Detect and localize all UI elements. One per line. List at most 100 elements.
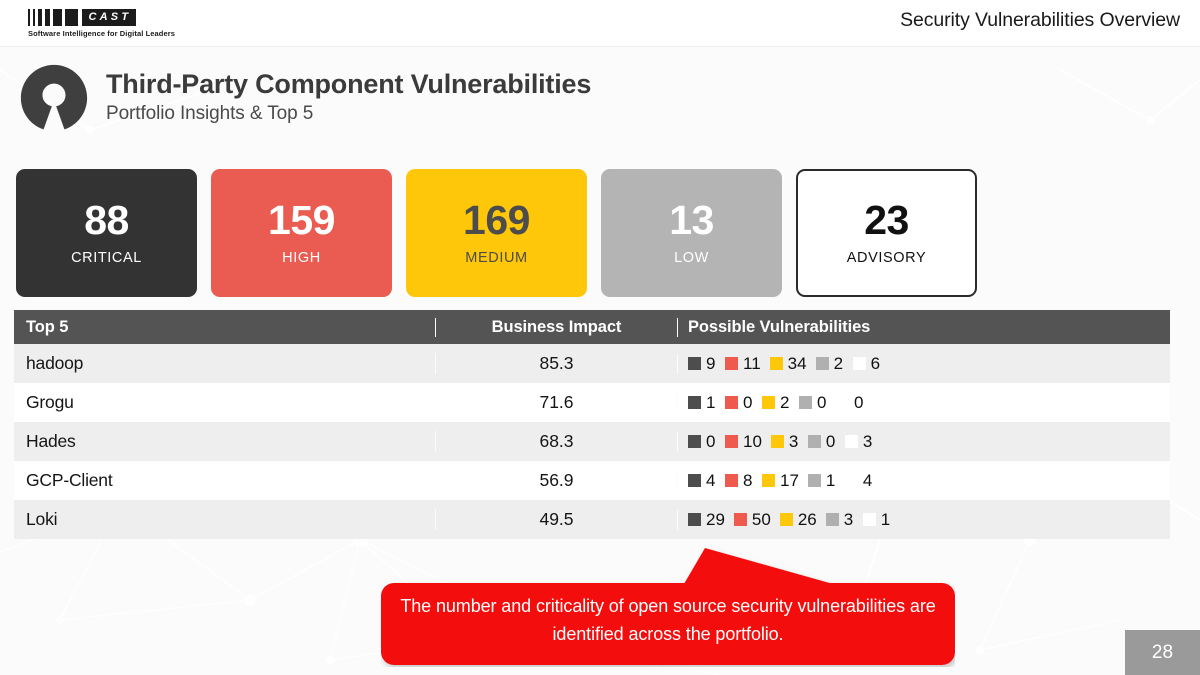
swatch-critical-icon [688, 513, 701, 526]
swatch-advisory-icon [844, 435, 858, 448]
swatch-advisory-icon [836, 396, 849, 409]
kpi-label: MEDIUM [465, 250, 528, 266]
kpi-value: 13 [669, 197, 714, 243]
swatch-critical-icon [688, 474, 701, 487]
cell-component-name: hadoop [26, 353, 84, 373]
vuln-count-critical: 9 [706, 353, 716, 373]
open-source-icon [20, 64, 88, 130]
swatch-high-icon [733, 513, 747, 526]
vuln-count-advisory: 4 [862, 470, 873, 490]
cell-component-name: Grogu [26, 392, 74, 412]
kpi-label: LOW [674, 250, 709, 266]
cell-business-impact: 85.3 [435, 353, 677, 374]
cell-vulnerabilities: 9 11 34 2 6 [677, 353, 1170, 374]
cast-logo: CAST Software Intelligence for Digital L… [28, 9, 175, 38]
swatch-advisory-icon [844, 474, 858, 487]
vuln-count-low: 1 [825, 470, 836, 490]
table-row[interactable]: hadoop 85.3 9 11 34 2 6 [14, 344, 1170, 383]
kpi-card-critical[interactable]: 88 CRITICAL [16, 169, 197, 297]
swatch-medium-icon [762, 396, 775, 409]
cell-business-impact: 71.6 [435, 392, 677, 413]
vuln-count-medium: 2 [780, 392, 790, 412]
vuln-count-advisory: 6 [870, 353, 881, 373]
vuln-count-high: 11 [743, 353, 761, 373]
swatch-low-icon [807, 474, 821, 487]
swatch-high-icon [725, 435, 738, 448]
table-row[interactable]: GCP-Client 56.9 4 8 17 1 4 [14, 461, 1170, 500]
kpi-label: CRITICAL [71, 250, 142, 266]
page-number-badge: 28 [1125, 630, 1200, 675]
logo-tagline: Software Intelligence for Digital Leader… [28, 29, 176, 38]
kpi-value: 88 [84, 197, 129, 243]
header-divider [0, 46, 1200, 47]
kpi-card-low[interactable]: 13 LOW [601, 169, 782, 297]
swatch-medium-icon [779, 513, 793, 526]
cell-component-name: Loki [26, 509, 58, 529]
vuln-count-critical: 4 [706, 470, 716, 490]
table-row[interactable]: Grogu 71.6 1 0 2 0 0 [14, 383, 1170, 422]
cell-business-impact: 49.5 [435, 509, 677, 530]
callout-text: The number and criticality of open sourc… [400, 596, 936, 644]
header-title: Security Vulnerabilities Overview [900, 9, 1180, 31]
kpi-value: 169 [463, 197, 530, 243]
column-header-business-impact: Business Impact [435, 317, 677, 337]
kpi-value: 159 [268, 197, 335, 243]
cell-vulnerabilities: 0 10 3 0 3 [677, 431, 1170, 452]
callout-bubble: The number and criticality of open sourc… [381, 545, 955, 667]
cell-vulnerabilities: 29 50 26 3 1 [677, 509, 1170, 530]
vuln-count-medium: 17 [780, 470, 799, 490]
table-row[interactable]: Loki 49.5 29 50 26 3 1 [14, 500, 1170, 539]
vuln-count-low: 3 [843, 509, 854, 529]
cell-vulnerabilities: 1 0 2 0 0 [677, 392, 1170, 413]
vuln-count-critical: 0 [706, 431, 716, 451]
swatch-critical-icon [688, 435, 701, 448]
vuln-count-high: 0 [743, 392, 753, 412]
page-header: CAST Software Intelligence for Digital L… [0, 0, 1200, 46]
kpi-card-row: 88 CRITICAL 159 HIGH 169 MEDIUM 13 LOW 2… [16, 169, 1184, 297]
swatch-medium-icon [762, 474, 775, 487]
column-header-possible-vulnerabilities: Possible Vulnerabilities [677, 317, 1170, 337]
kpi-label: ADVISORY [846, 250, 927, 266]
swatch-medium-icon [769, 357, 783, 370]
page-subtitle: Portfolio Insights & Top 5 [106, 103, 314, 125]
cell-vulnerabilities: 4 8 17 1 4 [677, 470, 1170, 491]
kpi-card-high[interactable]: 159 HIGH [211, 169, 392, 297]
slide: CAST Software Intelligence for Digital L… [0, 0, 1200, 675]
vuln-count-critical: 1 [706, 392, 716, 412]
cell-business-impact: 68.3 [435, 431, 677, 452]
vuln-count-high: 50 [751, 509, 771, 529]
vuln-count-medium: 26 [797, 509, 817, 529]
vuln-count-low: 0 [825, 431, 836, 451]
vuln-count-advisory: 0 [854, 392, 864, 412]
table-row[interactable]: Hades 68.3 0 10 3 0 3 [14, 422, 1170, 461]
page-title: Third-Party Component Vulnerabilities [106, 68, 592, 99]
cell-business-impact: 56.9 [435, 470, 677, 491]
vuln-count-critical: 29 [706, 509, 725, 529]
title-block: Third-Party Component Vulnerabilities Po… [18, 62, 591, 134]
vuln-count-low: 2 [833, 353, 844, 373]
vuln-count-high: 10 [743, 431, 762, 451]
logo-bars-icon [28, 9, 78, 26]
vuln-count-high: 8 [743, 470, 753, 490]
vuln-count-advisory: 1 [880, 509, 891, 529]
swatch-advisory-icon [852, 357, 866, 370]
swatch-medium-icon [770, 435, 784, 448]
swatch-high-icon [725, 357, 738, 370]
vuln-count-medium: 3 [788, 431, 799, 451]
swatch-low-icon [815, 357, 829, 370]
column-header-top5: Top 5 [26, 317, 69, 336]
swatch-low-icon [807, 435, 821, 448]
top5-table: Top 5 Business Impact Possible Vulnerabi… [14, 310, 1170, 539]
kpi-card-advisory[interactable]: 23 ADVISORY [796, 169, 977, 297]
table-header-row: Top 5 Business Impact Possible Vulnerabi… [14, 310, 1170, 344]
swatch-critical-icon [688, 357, 701, 370]
swatch-high-icon [725, 474, 738, 487]
cell-component-name: Hades [26, 431, 76, 451]
swatch-critical-icon [688, 396, 701, 409]
swatch-low-icon [825, 513, 839, 526]
logo-wordmark: CAST [81, 9, 137, 26]
vuln-count-advisory: 3 [862, 431, 873, 451]
kpi-value: 23 [864, 197, 909, 243]
kpi-card-medium[interactable]: 169 MEDIUM [406, 169, 587, 297]
vuln-count-low: 0 [817, 392, 827, 412]
